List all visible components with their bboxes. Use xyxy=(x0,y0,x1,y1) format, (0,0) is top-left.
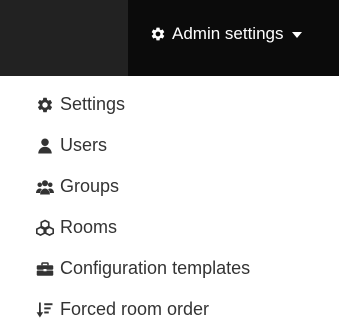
gear-icon xyxy=(150,26,166,42)
menu-item-rooms[interactable]: Rooms xyxy=(0,207,339,248)
menu-item-label: Rooms xyxy=(60,217,118,237)
admin-settings-menu: Settings Users Groups Rooms Configuratio… xyxy=(0,84,339,330)
menu-item-label: Configuration templates xyxy=(60,258,251,278)
admin-settings-dropdown-toggle[interactable]: Admin settings xyxy=(150,24,302,44)
chevron-down-icon xyxy=(291,32,302,38)
user-icon xyxy=(36,137,54,155)
menu-item-forced-room-order[interactable]: Forced room order xyxy=(0,289,339,330)
cubes-icon xyxy=(36,219,54,237)
menu-item-users[interactable]: Users xyxy=(0,125,339,166)
briefcase-icon xyxy=(36,260,54,278)
menu-item-label: Groups xyxy=(60,176,120,196)
admin-settings-label: Admin settings xyxy=(172,24,284,43)
menu-item-label: Forced room order xyxy=(60,299,210,319)
menu-item-settings[interactable]: Settings xyxy=(0,84,339,125)
top-navbar: Admin settings xyxy=(0,0,339,76)
menu-item-label: Users xyxy=(60,135,108,155)
gear-icon xyxy=(36,96,54,114)
menu-item-label: Settings xyxy=(60,94,126,114)
users-group-icon xyxy=(36,178,54,196)
sort-amount-icon xyxy=(36,301,54,319)
menu-item-configuration-templates[interactable]: Configuration templates xyxy=(0,248,339,289)
menu-item-groups[interactable]: Groups xyxy=(0,166,339,207)
